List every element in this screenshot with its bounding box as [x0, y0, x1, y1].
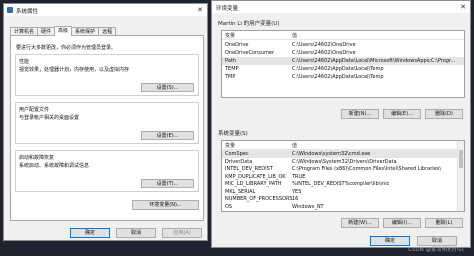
- apply-button[interactable]: 应用(A): [162, 228, 202, 238]
- column-value[interactable]: 值: [292, 142, 297, 149]
- list-item[interactable]: OneDrive C:\Users\24602\OneDrive: [222, 41, 464, 49]
- list-item[interactable]: Path C:\Users\24602\AppData\Local\Micros…: [222, 57, 464, 65]
- variable-name: NUMBER_OF_PROCESSORS: [225, 196, 293, 202]
- variable-value: C:\Program Files (x86)\Common Files\Inte…: [292, 166, 442, 172]
- user-profiles-desc: 与登录帐户相关的桌面设置: [19, 115, 80, 121]
- user-profiles-group: 用户配置文件 与登录帐户相关的桌面设置 设置(E)...: [15, 102, 199, 144]
- variable-name: OneDrive: [225, 42, 249, 48]
- variable-value: C:\Users\24602\AppData\Local\Microsoft\W…: [292, 58, 456, 64]
- app-icon: [7, 7, 13, 13]
- user-new-button[interactable]: 新建(N)...: [341, 109, 379, 119]
- startup-recovery-settings-button[interactable]: 设置(T)...: [141, 179, 194, 188]
- startup-recovery-desc: 系统启动、系统故障和调试信息: [19, 163, 90, 169]
- title-bar: 环境变量 ✕: [212, 1, 470, 13]
- system-new-button[interactable]: 新建(W)...: [341, 218, 379, 228]
- variable-name: Path: [225, 58, 236, 64]
- system-delete-button[interactable]: 删除(L): [425, 218, 463, 228]
- tab-advanced[interactable]: 高级: [54, 26, 73, 36]
- startup-recovery-group: 启动和故障恢复 系统启动、系统故障和调试信息 设置(T)...: [15, 150, 199, 192]
- window-title: 系统属性: [16, 9, 39, 15]
- environment-variables-window: 环境变量 ✕ Martin Li 的用户变量(U) 变量 值 OneDrive …: [211, 0, 471, 248]
- startup-recovery-title: 启动和故障恢复: [19, 155, 55, 161]
- vertical-scrollbar[interactable]: [457, 141, 464, 211]
- close-icon[interactable]: ✕: [197, 6, 203, 14]
- variable-value: Windows_NT: [292, 203, 324, 210]
- list-header: 变量 值: [222, 31, 464, 40]
- user-profiles-title: 用户配置文件: [19, 107, 50, 113]
- variable-value: C:\Users\24602\OneDrive: [292, 50, 356, 56]
- variable-value: C:\Windows\system32\cmd.exe: [292, 151, 371, 157]
- tab-panel: 要进行大多数更改，你必须作为管理员登录。 性能 视觉效果，处理器计划，内存使用，…: [10, 35, 204, 221]
- watermark: CSDN @爱发明的小兴: [408, 247, 464, 253]
- list-item[interactable]: OneDriveConsumer C:\Users\24602\OneDrive: [222, 49, 464, 57]
- variable-name: OneDriveConsumer: [225, 50, 275, 56]
- performance-desc: 视觉效果，处理器计划，内存使用，以及虚拟内存: [19, 67, 130, 73]
- system-properties-window: 系统属性 ✕ 计算机名 硬件 高级 系统保护 远程 要进行大多数更改，你必须作为…: [3, 3, 208, 241]
- user-variables-list[interactable]: 变量 值 OneDrive C:\Users\24602\OneDrive On…: [221, 30, 465, 98]
- variable-name: DriverData: [225, 158, 253, 165]
- variable-value: C:\Users\24602\AppData\Local\Temp: [292, 74, 384, 80]
- user-variables-heading: Martin Li 的用户变量(U): [218, 21, 280, 27]
- system-edit-button[interactable]: 编辑(I)...: [383, 218, 421, 228]
- variable-name: KMP_DUPLICATE_LIB_OK: [225, 173, 286, 180]
- title-bar: 系统属性 ✕: [4, 4, 207, 16]
- list-item[interactable]: TMP C:\Users\24602\AppData\Local\Temp: [222, 73, 464, 81]
- variable-name: TEMP: [225, 66, 239, 72]
- performance-group: 性能 视觉效果，处理器计划，内存使用，以及虚拟内存 设置(S)...: [15, 54, 199, 96]
- performance-settings-button[interactable]: 设置(S)...: [141, 83, 194, 92]
- column-variable[interactable]: 变量: [225, 32, 235, 39]
- system-variables-heading: 系统变量(S): [218, 131, 248, 137]
- column-variable[interactable]: 变量: [225, 142, 235, 149]
- window-title: 环境变量: [216, 6, 239, 12]
- user-profiles-settings-button[interactable]: 设置(E)...: [141, 131, 194, 140]
- list-item[interactable]: OS Windows_NT: [222, 203, 464, 211]
- variable-name: MIC_LD_LIBRARY_PATH: [225, 181, 282, 187]
- variable-value: 16: [292, 196, 299, 202]
- user-edit-button[interactable]: 编辑(E)...: [383, 109, 421, 119]
- ok-button[interactable]: 确定: [70, 228, 110, 238]
- variable-value: C:\Users\24602\OneDrive: [292, 42, 356, 48]
- variable-name: OS: [225, 203, 233, 210]
- cancel-button[interactable]: 取消: [116, 228, 156, 238]
- column-value[interactable]: 值: [292, 32, 297, 39]
- variable-name: MKL_SERIAL: [225, 188, 256, 195]
- system-variables-list[interactable]: 变量 值 ComSpec C:\Windows\system32\cmd.exe…: [221, 140, 465, 212]
- list-header: 变量 值: [222, 141, 464, 150]
- variable-value: C:\Windows\System32\Drivers\DriverData: [292, 158, 397, 165]
- close-icon[interactable]: ✕: [460, 3, 466, 11]
- admin-note: 要进行大多数更改，你必须作为管理员登录。: [16, 45, 117, 51]
- environment-variables-button[interactable]: 环境变量(N)...: [132, 200, 199, 210]
- user-delete-button[interactable]: 删除(D): [425, 109, 463, 119]
- variable-value: TRUE: [292, 173, 306, 180]
- variable-name: INTEL_DEV_REDIST: [225, 166, 273, 172]
- variable-name: TMP: [225, 74, 236, 80]
- performance-title: 性能: [19, 59, 30, 65]
- variable-value: %INTEL_DEV_REDIST%compiler\lib\mic: [292, 181, 390, 187]
- env-ok-button[interactable]: 确定: [370, 236, 410, 246]
- variable-value: C:\Users\24602\AppData\Local\Temp: [292, 66, 384, 72]
- variable-value: YES: [292, 188, 302, 195]
- variable-name: ComSpec: [225, 151, 249, 157]
- list-item[interactable]: TEMP C:\Users\24602\AppData\Local\Temp: [222, 65, 464, 73]
- scrollbar-thumb[interactable]: [459, 150, 463, 168]
